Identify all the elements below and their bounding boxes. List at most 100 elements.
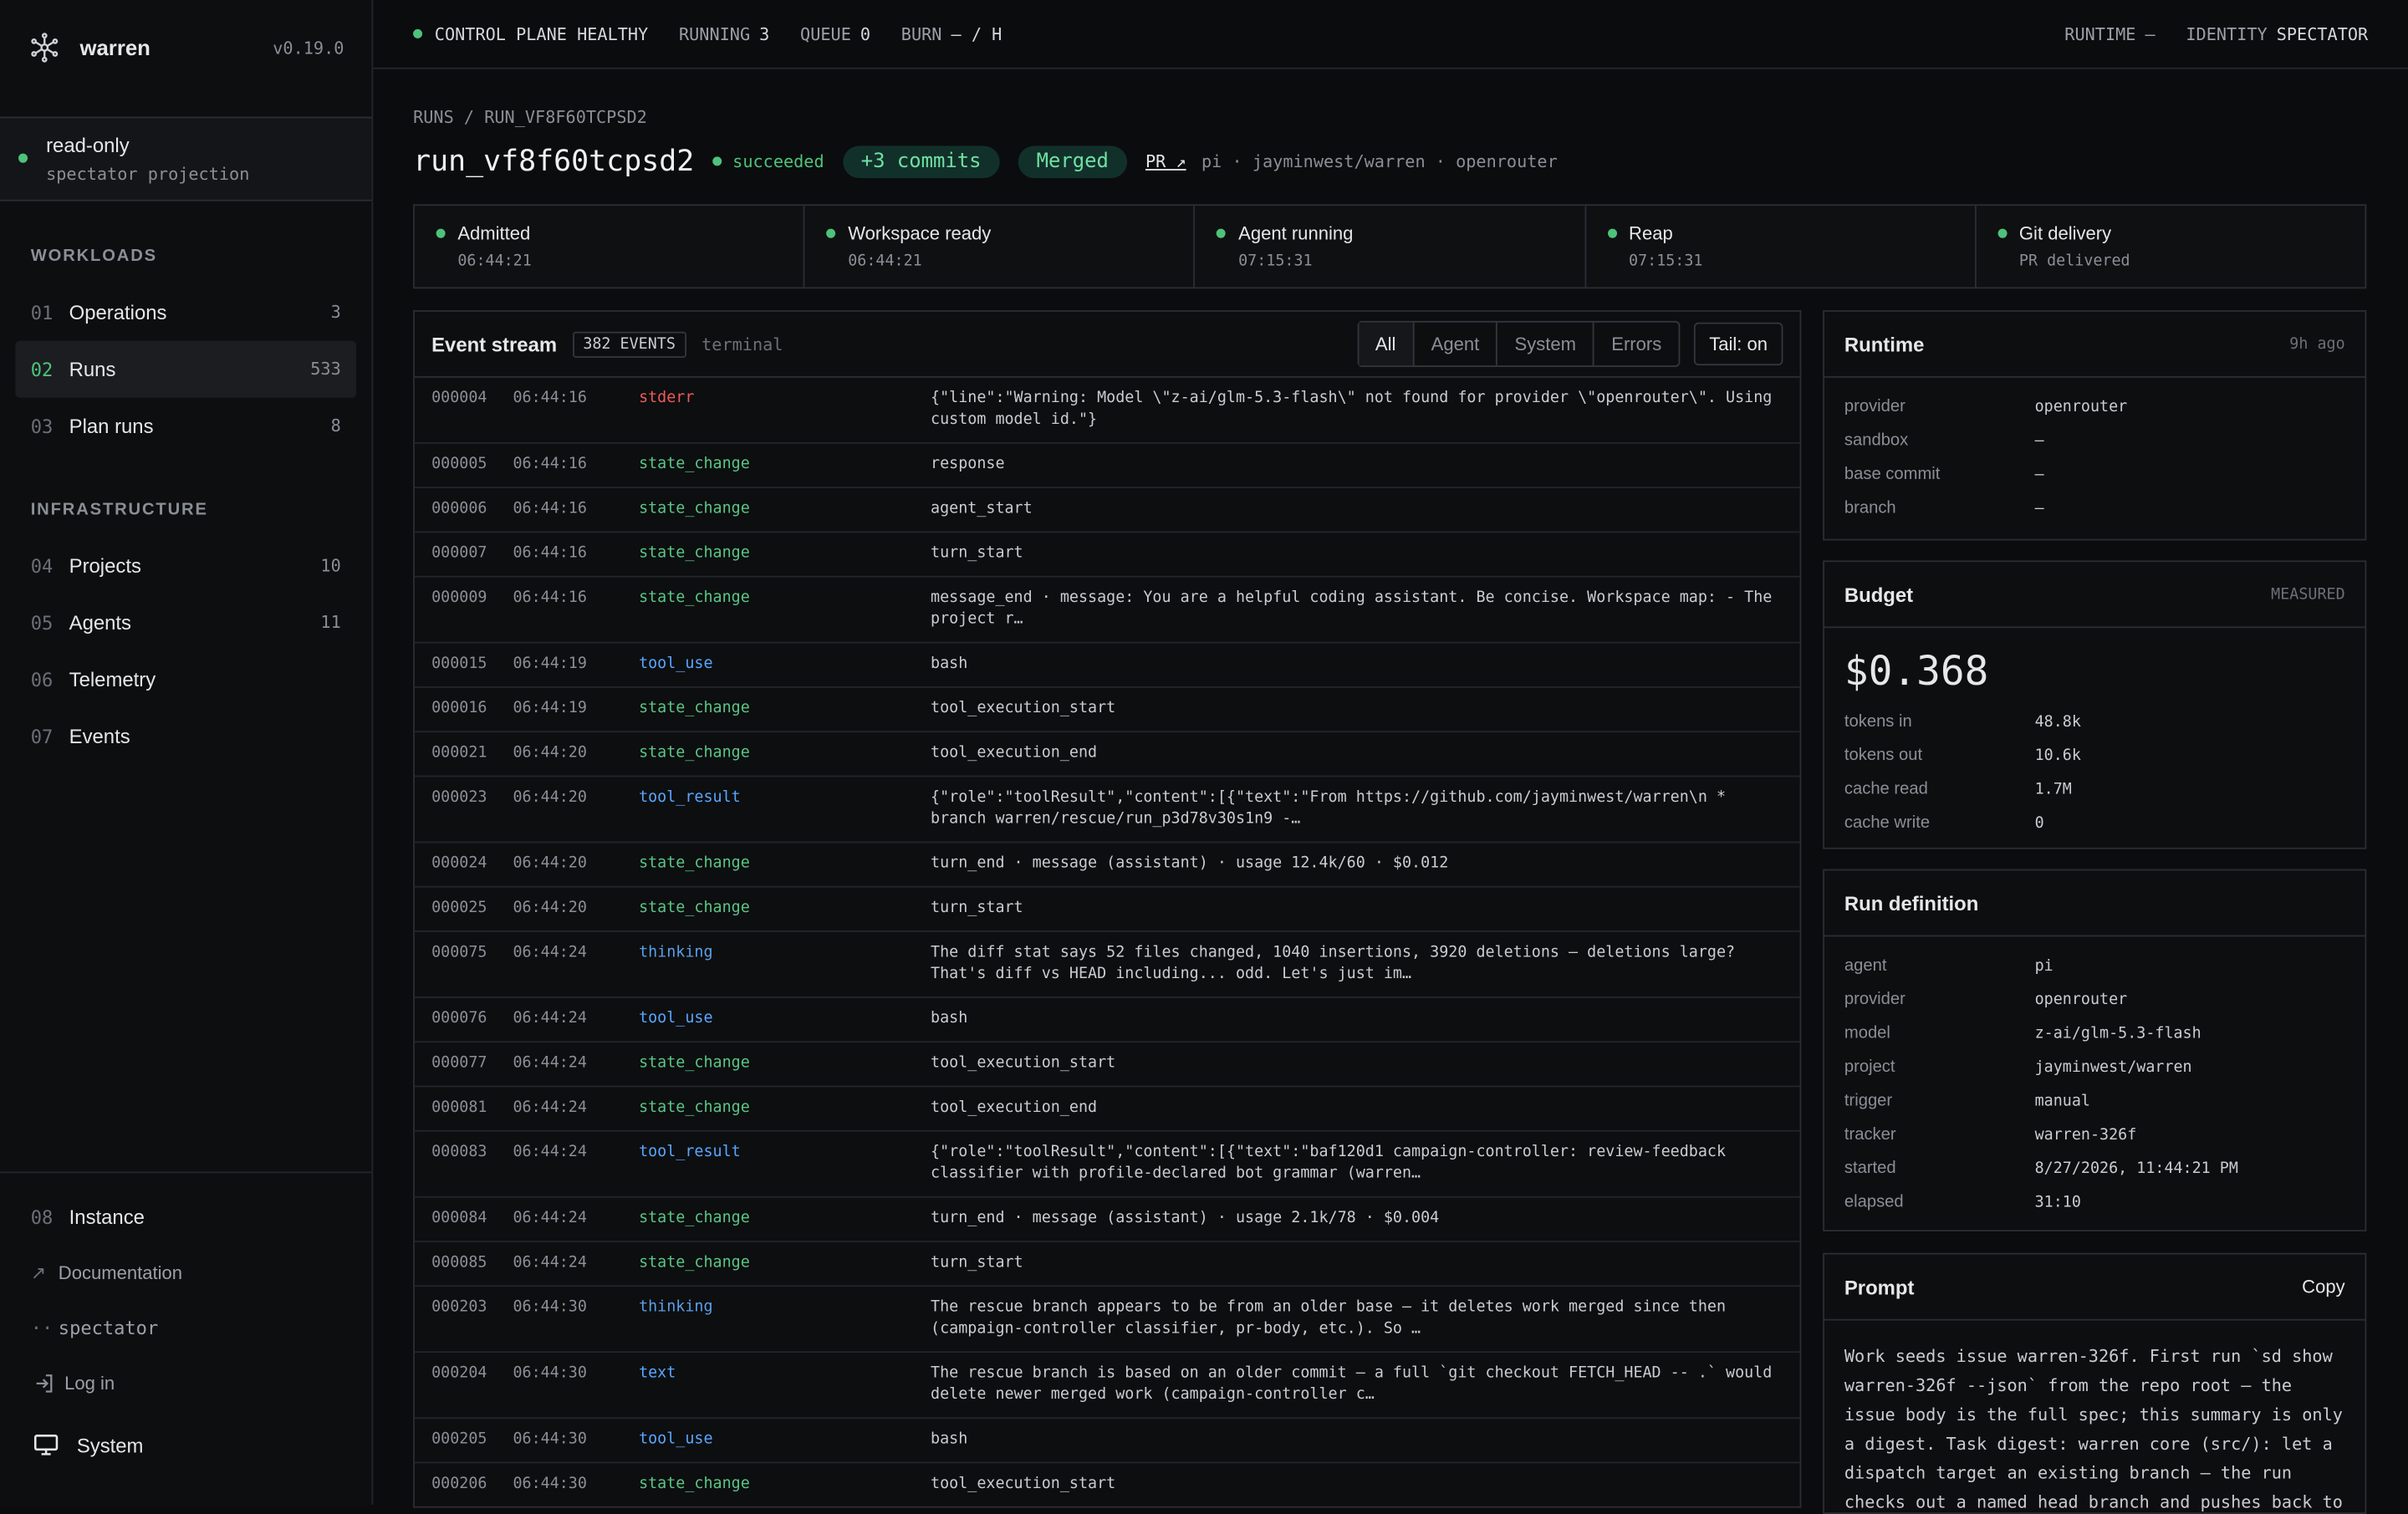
kv-row: project jayminwest/warren: [1824, 1050, 2365, 1083]
event-row[interactable]: 000024 06:44:20 state_change turn_end · mes…: [414, 843, 1800, 888]
sidebar-item-plan-runs[interactable]: 03 Plan runs 8: [15, 398, 356, 455]
kv-key: cache write: [1844, 813, 1931, 833]
filter-all[interactable]: All: [1358, 322, 1415, 366]
sidebar-item-runs[interactable]: 02 Runs 533: [15, 340, 357, 398]
event-row[interactable]: 000204 06:44:30 text The rescue branch is b…: [414, 1353, 1800, 1420]
login-label: Log in: [64, 1373, 115, 1394]
event-row[interactable]: 000083 06:44:24 tool_result {"role":"toolRe…: [414, 1132, 1800, 1198]
panel-header: Run definition: [1824, 870, 2365, 937]
kv-row: tokens out 10.6k: [1824, 738, 2365, 772]
event-list[interactable]: 000004 06:44:16 stderr {"line":"Warning: Mo…: [414, 378, 1800, 1506]
event-row[interactable]: 000081 06:44:24 state_change tool_execution…: [414, 1087, 1800, 1132]
mode-title: read-only: [46, 133, 130, 157]
event-type: state_change: [639, 855, 750, 873]
event-stream-title: Event stream: [431, 332, 558, 356]
event-id: 000081: [431, 1099, 487, 1117]
event-row[interactable]: 000085 06:44:24 state_change turn_start: [414, 1242, 1800, 1287]
mode-indicator: read-only spectator projection: [0, 116, 372, 201]
event-text: turn_end · message (assistant) · usage 2…: [931, 1210, 1440, 1227]
event-type: text: [639, 1364, 676, 1383]
kv-key: tokens in: [1844, 712, 1912, 732]
breadcrumb[interactable]: RUNS / RUN_VF8F60TCPSD2: [413, 108, 647, 128]
section-title-infrastructure: INFRASTRUCTURE: [30, 500, 208, 519]
tail-toggle[interactable]: Tail: on: [1693, 322, 1783, 366]
login-button[interactable]: Log in: [0, 1356, 371, 1411]
event-row[interactable]: 000077 06:44:24 state_change tool_execution…: [414, 1042, 1800, 1088]
kv-row: cache write 0: [1824, 806, 2365, 839]
event-id: 000085: [431, 1254, 487, 1272]
panel-header: Runtime 9h ago: [1824, 312, 2365, 378]
event-type: tool_use: [639, 655, 713, 673]
sidebar-item-operations[interactable]: 01 Operations 3: [15, 284, 356, 341]
event-type: state_change: [639, 744, 750, 762]
event-time: 06:44:19: [513, 655, 587, 673]
commits-badge: +3 commits: [842, 145, 1000, 178]
event-row[interactable]: 000016 06:44:19 state_change tool_execution…: [414, 688, 1800, 733]
event-id: 000204: [431, 1364, 487, 1383]
system-label: System: [76, 1433, 144, 1457]
sidebar-item-projects[interactable]: 04 Projects 10: [15, 538, 356, 594]
event-type: state_change: [639, 545, 750, 563]
event-id: 000205: [431, 1430, 487, 1449]
event-row[interactable]: 000205 06:44:30 tool_use bash: [414, 1419, 1800, 1464]
sidebar-item-agents[interactable]: 05 Agents 11: [15, 594, 356, 651]
kv-value: warren-326f: [2034, 1126, 2137, 1144]
kv-key: tokens out: [1844, 746, 1923, 765]
spectator-label: spectator: [58, 1317, 159, 1339]
nav-label: Events: [69, 724, 130, 748]
event-row[interactable]: 000025 06:44:20 state_change turn_start: [414, 888, 1800, 932]
event-row[interactable]: 000023 06:44:20 tool_result {"role":"toolRe…: [414, 777, 1800, 844]
runtime-rows: provider openrouter sandbox — base commit — br…: [1824, 378, 2365, 525]
merged-badge: Merged: [1018, 145, 1127, 178]
theme-system-toggle[interactable]: System: [0, 1411, 371, 1479]
event-row[interactable]: 000009 06:44:16 state_change message_end · …: [414, 578, 1800, 644]
event-row[interactable]: 000206 06:44:30 state_change tool_execution…: [415, 1463, 1800, 1506]
event-row[interactable]: 000005 06:44:16 state_change response: [414, 444, 1800, 489]
event-row[interactable]: 000084 06:44:24 state_change turn_end · mes…: [414, 1198, 1800, 1242]
event-text: turn_end · message (assistant) · usage 1…: [931, 855, 1449, 873]
event-id: 000203: [431, 1298, 487, 1317]
sidebar: warren v0.19.0 read-only spectator proje…: [0, 0, 374, 1505]
filter-errors[interactable]: Errors: [1594, 323, 1678, 365]
event-type: state_change: [639, 1254, 750, 1272]
event-row[interactable]: 000021 06:44:20 state_change tool_execution…: [414, 732, 1800, 777]
event-row[interactable]: 000007 06:44:16 state_change turn_start: [414, 533, 1800, 578]
event-id: 000075: [431, 944, 487, 961]
burn-value: — / H: [951, 23, 1002, 44]
event-row[interactable]: 000004 06:44:16 stderr {"line":"Warning: Mo…: [414, 378, 1800, 444]
kv-key: elapsed: [1844, 1193, 1904, 1212]
copy-button[interactable]: Copy: [2302, 1276, 2344, 1297]
monitor-icon: [33, 1435, 59, 1455]
page-title: run_vf8f60tcpsd2: [413, 144, 695, 179]
event-text: {"role":"toolResult","content":[{"text":…: [931, 1144, 1736, 1183]
stage-dot-icon: [1607, 228, 1617, 238]
cost-value: $0.368: [1844, 649, 1989, 696]
kv-row: provider openrouter: [1824, 982, 2365, 1016]
pr-link[interactable]: PR ↗: [1145, 151, 1186, 171]
sidebar-item-telemetry[interactable]: 06 Telemetry: [15, 651, 356, 708]
event-type: state_change: [639, 500, 750, 517]
event-row[interactable]: 000076 06:44:24 tool_use bash: [414, 998, 1800, 1043]
event-row[interactable]: 000075 06:44:24 thinking The diff stat says…: [414, 932, 1800, 998]
kv-key: sandbox: [1844, 431, 1909, 451]
filter-system[interactable]: System: [1497, 322, 1595, 366]
sidebar-item-instance[interactable]: 08 Instance: [15, 1189, 356, 1246]
event-row[interactable]: 000015 06:44:19 tool_use bash: [414, 644, 1800, 688]
panel-aux: MEASURED: [2271, 585, 2345, 603]
brand[interactable]: warren v0.19.0: [0, 0, 371, 95]
nav-count: 533: [310, 359, 341, 380]
queue-stat: QUEUE 0: [800, 23, 870, 43]
kv-value: 0: [2034, 814, 2044, 832]
health-indicator: CONTROL PLANE HEALTHY: [413, 23, 648, 43]
event-type: state_change: [639, 700, 750, 717]
event-row[interactable]: 000203 06:44:30 thinking The rescue branch …: [414, 1287, 1800, 1353]
filter-agent[interactable]: Agent: [1414, 322, 1498, 366]
kv-value: manual: [2034, 1092, 2090, 1110]
stage-sub: 07:15:31: [1629, 253, 1703, 271]
prompt-panel: Prompt Copy Work seeds issue warren-326f…: [1823, 1252, 2367, 1514]
event-time: 06:44:30: [513, 1430, 587, 1449]
running-stat: RUNNING 3: [679, 23, 769, 43]
sidebar-item-events[interactable]: 07 Events: [15, 708, 356, 765]
event-row[interactable]: 000006 06:44:16 state_change agent_start: [414, 488, 1800, 533]
documentation-link[interactable]: ↗ Documentation: [0, 1246, 371, 1301]
